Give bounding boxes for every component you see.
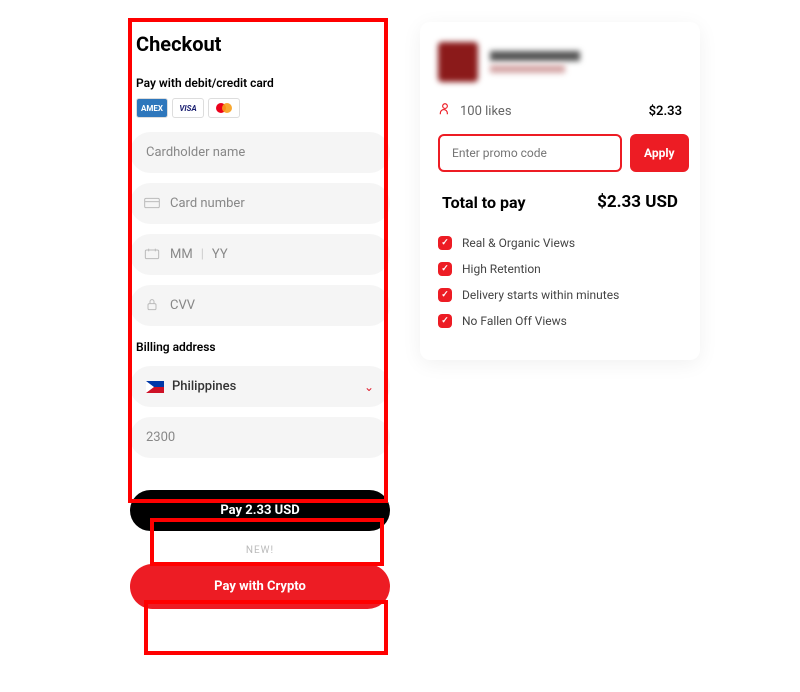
new-label: NEW! — [130, 545, 390, 556]
promo-code-input[interactable] — [438, 134, 622, 172]
total-amount: $2.33 USD — [597, 192, 678, 212]
billing-address-label: Billing address — [136, 340, 390, 354]
likes-count: 100 likes — [460, 104, 512, 119]
zip-input[interactable]: 2300 — [130, 417, 390, 458]
order-summary-panel: 100 likes $2.33 Apply Total to pay $2.33… — [420, 22, 700, 360]
pay-with-label: Pay with debit/credit card — [136, 76, 390, 90]
visa-icon: VISA — [172, 98, 204, 118]
cvv-input[interactable]: CVV — [130, 285, 390, 326]
check-icon: ✓ — [438, 236, 452, 250]
card-icon — [144, 197, 160, 211]
person-icon — [438, 102, 452, 120]
features-list: ✓ Real & Organic Views ✓ High Retention … — [438, 236, 682, 328]
blurred-username — [490, 51, 580, 73]
philippines-flag-icon — [146, 381, 164, 393]
checkout-title: Checkout — [136, 32, 390, 56]
feature-item: ✓ High Retention — [438, 262, 682, 276]
cardholder-name-input[interactable]: Cardholder name — [130, 132, 390, 173]
card-logos: AMEX VISA — [136, 98, 390, 118]
feature-item: ✓ No Fallen Off Views — [438, 314, 682, 328]
pay-button[interactable]: Pay 2.33 USD — [130, 490, 390, 531]
chevron-down-icon: ⌄ — [364, 380, 374, 394]
feature-item: ✓ Delivery starts within minutes — [438, 288, 682, 302]
check-icon: ✓ — [438, 314, 452, 328]
check-icon: ✓ — [438, 262, 452, 276]
check-icon: ✓ — [438, 288, 452, 302]
feature-item: ✓ Real & Organic Views — [438, 236, 682, 250]
avatar — [438, 42, 478, 82]
likes-price: $2.33 — [649, 104, 682, 119]
total-label: Total to pay — [442, 193, 526, 212]
total-row: Total to pay $2.33 USD — [438, 192, 682, 212]
pay-with-crypto-button[interactable]: Pay with Crypto — [130, 564, 390, 609]
card-number-input[interactable]: Card number — [130, 183, 390, 224]
summary-header — [438, 42, 682, 82]
checkout-panel: Checkout Pay with debit/credit card AMEX… — [130, 20, 390, 609]
apply-button[interactable]: Apply — [630, 134, 689, 172]
country-select[interactable]: Philippines ⌄ — [130, 366, 390, 407]
amex-icon: AMEX — [136, 98, 168, 118]
expiry-input[interactable]: MM | YY — [130, 234, 390, 275]
calendar-icon — [144, 248, 160, 262]
lock-icon — [144, 299, 160, 313]
mastercard-icon — [208, 98, 240, 118]
likes-row: 100 likes $2.33 — [438, 102, 682, 120]
